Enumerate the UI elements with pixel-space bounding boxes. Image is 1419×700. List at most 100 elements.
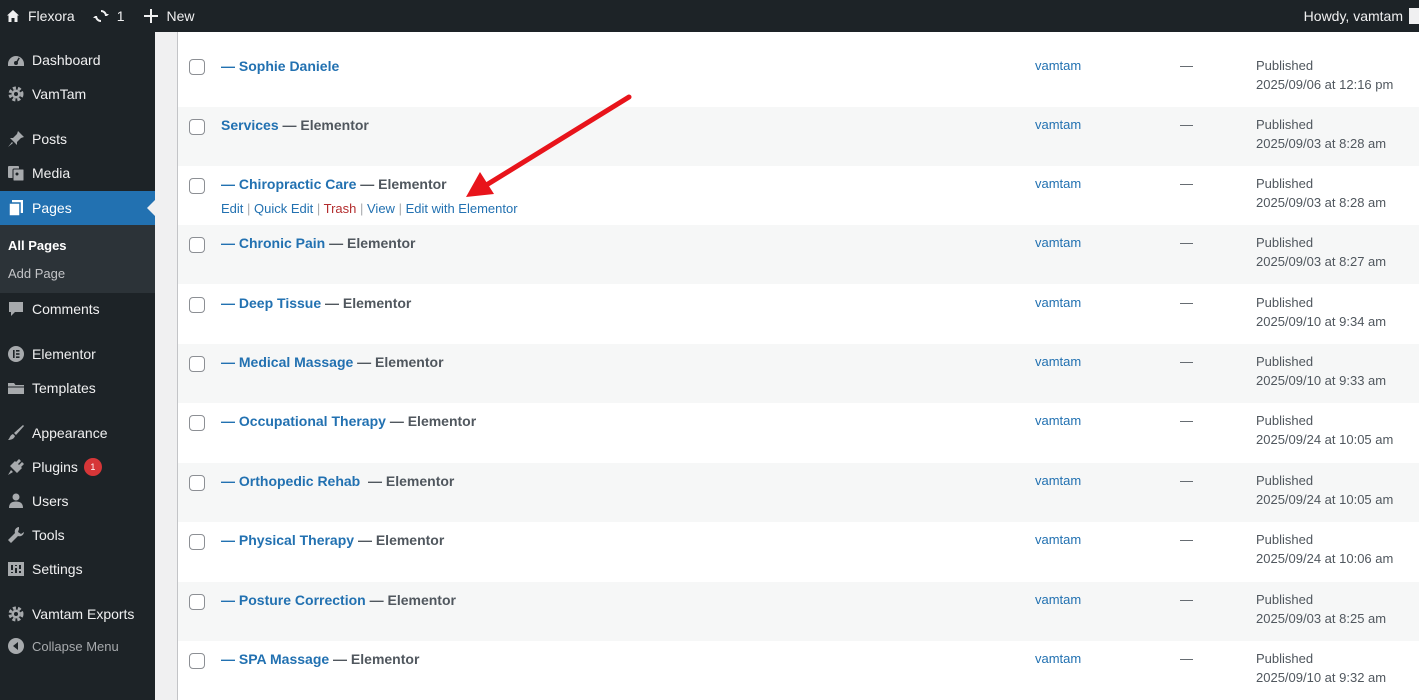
menu-item-elementor[interactable]: Elementor	[0, 337, 155, 371]
page-title-link[interactable]: — Chiropractic Care	[221, 176, 356, 192]
page-title-link[interactable]: — Deep Tissue	[221, 295, 321, 311]
date-text: 2025/09/10 at 9:33 am	[1256, 373, 1387, 388]
table-row: …	[178, 0, 1419, 48]
table-row: — Chronic Pain — Elementor vamtam — Publ…	[178, 225, 1419, 284]
row-checkbox[interactable]	[189, 356, 205, 372]
author-link[interactable]: vamtam	[1035, 592, 1081, 607]
admin-menu: Dashboard VamTam Posts Media Pages All P…	[0, 32, 155, 700]
table-row: — Medical Massage — Elementor vamtam — P…	[178, 344, 1419, 403]
table-row: — Posture Correction — Elementor vamtam …	[178, 582, 1419, 641]
pages-table: … — Sophie Daniele vamtam — Published 20…	[177, 32, 1419, 700]
row-checkbox[interactable]	[189, 119, 205, 135]
table-row: — SPA Massage — Elementor vamtam — Publi…	[178, 641, 1419, 700]
page-title-link[interactable]: — Physical Therapy	[221, 532, 354, 548]
author-link[interactable]: vamtam	[1035, 117, 1081, 132]
author-link[interactable]: vamtam	[1035, 532, 1081, 547]
user-icon	[0, 492, 32, 510]
gear-icon	[0, 85, 32, 103]
site-name-link[interactable]: Flexora	[0, 0, 83, 32]
author-link[interactable]: vamtam	[1035, 295, 1081, 310]
comments-count: —	[1180, 295, 1193, 310]
menu-item-templates[interactable]: Templates	[0, 371, 155, 405]
wrench-icon	[0, 526, 32, 544]
settings-icon	[0, 560, 32, 578]
page-title-link[interactable]: — Chronic Pain	[221, 235, 325, 251]
row-checkbox[interactable]	[189, 594, 205, 610]
row-checkbox[interactable]	[189, 534, 205, 550]
date-text: 2025/09/03 at 8:25 am	[1256, 611, 1387, 626]
comments-count: —	[1180, 532, 1193, 547]
row-checkbox[interactable]	[189, 653, 205, 669]
post-state: — Elementor	[278, 117, 369, 133]
menu-item-comments[interactable]: Comments	[0, 292, 155, 326]
page-title-link[interactable]: — Occupational Therapy	[221, 413, 386, 429]
status-text: Published	[1256, 58, 1314, 73]
trash-link[interactable]: Trash	[324, 201, 357, 216]
author-link[interactable]: vamtam	[1035, 651, 1081, 666]
edit-with-elementor-link[interactable]: Edit with Elementor	[406, 201, 518, 216]
site-name: Flexora	[28, 8, 75, 24]
date-text: 2025/09/24 at 10:05 am	[1256, 432, 1394, 447]
row-checkbox[interactable]	[189, 475, 205, 491]
page-title-link[interactable]: — Medical Massage	[221, 354, 353, 370]
comments-count: —	[1180, 651, 1193, 666]
menu-item-vamtam[interactable]: VamTam	[0, 77, 155, 111]
post-state: — Elementor	[365, 592, 456, 608]
menu-item-posts[interactable]: Posts	[0, 122, 155, 156]
author-link[interactable]: vamtam	[1035, 176, 1081, 191]
collapse-menu-button[interactable]: Collapse Menu	[0, 629, 155, 663]
table-row: — Chiropractic Care — Elementor Edit | Q…	[178, 166, 1419, 225]
page-title-link[interactable]: — Orthopedic Rehab	[221, 473, 364, 489]
row-checkbox[interactable]	[189, 297, 205, 313]
media-icon	[0, 164, 32, 182]
menu-item-tools[interactable]: Tools	[0, 518, 155, 552]
menu-item-settings[interactable]: Settings	[0, 552, 155, 586]
page-title-link[interactable]: — Posture Correction	[221, 592, 366, 608]
table-row: Services — Elementor vamtam — Published …	[178, 107, 1419, 166]
status-text: Published	[1256, 413, 1314, 428]
menu-item-plugins[interactable]: Plugins 1	[0, 450, 155, 484]
author-link[interactable]: vamtam	[1035, 235, 1081, 250]
menu-item-pages[interactable]: Pages	[0, 191, 155, 225]
pin-icon	[0, 130, 32, 148]
page-title-link[interactable]: — SPA Massage	[221, 651, 329, 667]
row-checkbox[interactable]	[189, 237, 205, 253]
menu-item-users[interactable]: Users	[0, 484, 155, 518]
post-state: — Elementor	[353, 354, 444, 370]
menu-item-media[interactable]: Media	[0, 156, 155, 190]
date-text: 2025/09/10 at 9:32 am	[1256, 670, 1387, 685]
comments-count: —	[1180, 592, 1193, 607]
home-icon	[6, 9, 20, 23]
author-link[interactable]: vamtam	[1035, 413, 1081, 428]
menu-item-dashboard[interactable]: Dashboard	[0, 43, 155, 77]
date-text: 2025/09/03 at 8:28 am	[1256, 195, 1387, 210]
quick-edit-link[interactable]: Quick Edit	[254, 201, 313, 216]
submenu-all-pages[interactable]: All Pages	[8, 238, 67, 253]
post-state: — Elementor	[325, 235, 416, 251]
page-title-link[interactable]: — Sophie Daniele	[221, 58, 339, 74]
table-row: — Deep Tissue — Elementor vamtam — Publi…	[178, 285, 1419, 344]
author-link[interactable]: vamtam	[1035, 58, 1081, 73]
updates-link[interactable]: 1	[85, 0, 133, 32]
menu-item-vamtam-exports[interactable]: Vamtam Exports	[0, 597, 155, 631]
comments-count: —	[1180, 473, 1193, 488]
view-link[interactable]: View	[367, 201, 395, 216]
menu-item-appearance[interactable]: Appearance	[0, 416, 155, 450]
separator: |	[243, 201, 255, 216]
submenu-add-page[interactable]: Add Page	[8, 266, 65, 281]
row-checkbox[interactable]	[189, 415, 205, 431]
row-checkbox[interactable]	[189, 178, 205, 194]
gear-icon	[0, 605, 32, 623]
author-link[interactable]: vamtam	[1035, 354, 1081, 369]
post-state: — Elementor	[329, 651, 420, 667]
comments-count: —	[1180, 413, 1193, 428]
edit-link[interactable]: Edit	[221, 201, 243, 216]
row-actions: Edit | Quick Edit | Trash | View | Edit …	[221, 201, 518, 216]
comments-count: —	[1180, 235, 1193, 250]
author-link[interactable]: vamtam	[1035, 473, 1081, 488]
comments-count: —	[1180, 354, 1193, 369]
updates-icon	[92, 8, 109, 24]
row-checkbox[interactable]	[189, 59, 205, 75]
page-title-link[interactable]: Services	[221, 117, 279, 133]
table-row: — Orthopedic Rehab — Elementor vamtam — …	[178, 463, 1419, 522]
